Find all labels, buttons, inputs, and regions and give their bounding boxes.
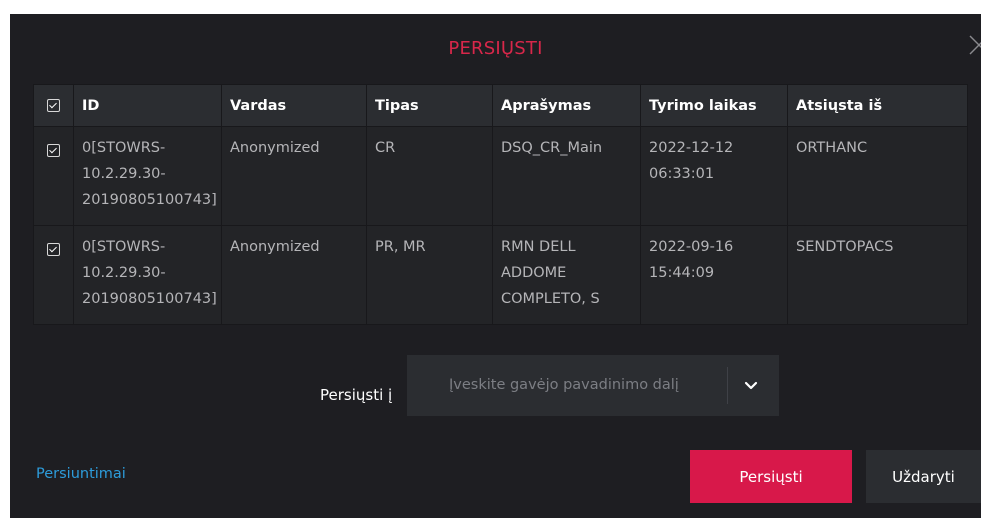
column-header-source[interactable]: Atsiųsta iš xyxy=(787,84,968,127)
column-header-id[interactable]: ID xyxy=(73,84,222,127)
cell-source: ORTHANC xyxy=(787,126,968,226)
row-checkbox-cell[interactable] xyxy=(33,126,74,226)
cell-name: Anonymized xyxy=(221,225,367,325)
cell-id-line: 20190805100743] xyxy=(82,291,217,307)
cell-type: CR xyxy=(366,126,493,226)
select-all-checkbox[interactable] xyxy=(47,99,60,112)
transfers-link[interactable]: Persiuntimai xyxy=(36,466,126,482)
cell-id-line: 10.2.29.30- xyxy=(82,265,166,281)
column-header-type[interactable]: Tipas xyxy=(366,84,493,127)
cell-id-line: 0[STOWRS- xyxy=(82,239,166,255)
cell-source: SENDTOPACS xyxy=(787,225,968,325)
select-all-checkbox-cell[interactable] xyxy=(33,84,74,127)
select-divider xyxy=(727,367,728,404)
cell-id-line: 10.2.29.30- xyxy=(82,166,166,182)
column-header-name[interactable]: Vardas xyxy=(221,84,367,127)
cell-id: 0[STOWRS- 10.2.29.30- 20190805100743] xyxy=(73,126,222,226)
column-header-description[interactable]: Aprašymas xyxy=(492,84,641,127)
cell-time: 15:44:09 xyxy=(649,265,715,281)
cell-date: 2022-12-12 xyxy=(649,140,734,156)
cell-study-time: 2022-12-12 06:33:01 xyxy=(640,126,788,226)
cell-name: Anonymized xyxy=(221,126,367,226)
send-dialog: PERSIŲSTI ID Vardas Tipas Aprašymas Tyri… xyxy=(10,14,981,518)
destination-label: Persiųsti į xyxy=(320,386,393,404)
chevron-down-icon[interactable] xyxy=(743,379,759,393)
cell-description-line: DSQ_CR_Main xyxy=(501,140,603,156)
cell-description-line: COMPLETO, S xyxy=(501,291,600,307)
cell-id-line: 0[STOWRS- xyxy=(82,140,166,156)
table-row[interactable]: 0[STOWRS- 10.2.29.30- 20190805100743] An… xyxy=(33,225,968,325)
destination-placeholder[interactable]: Įveskite gavėjo pavadinimo dalį xyxy=(449,377,679,393)
column-header-study-time[interactable]: Tyrimo laikas xyxy=(640,84,788,127)
row-checkbox-cell[interactable] xyxy=(33,225,74,325)
row-checkbox[interactable] xyxy=(47,143,60,157)
cell-id: 0[STOWRS- 10.2.29.30- 20190805100743] xyxy=(73,225,222,325)
cell-description: RMN DELL ADDOME COMPLETO, S xyxy=(492,225,641,325)
cell-description: DSQ_CR_Main xyxy=(492,126,641,226)
close-button[interactable]: Uždaryti xyxy=(866,450,981,503)
destination-select[interactable]: Įveskite gavėjo pavadinimo dalį xyxy=(407,355,779,416)
cell-description-line: ADDOME xyxy=(501,265,567,281)
cell-description-line: RMN DELL xyxy=(501,239,576,255)
cell-type: PR, MR xyxy=(366,225,493,325)
table-header-row: ID Vardas Tipas Aprašymas Tyrimo laikas … xyxy=(33,84,968,127)
dialog-title: PERSIŲSTI xyxy=(448,38,543,59)
send-button[interactable]: Persiųsti xyxy=(690,450,852,503)
studies-table: ID Vardas Tipas Aprašymas Tyrimo laikas … xyxy=(33,84,968,325)
cell-time: 06:33:01 xyxy=(649,166,715,182)
cell-study-time: 2022-09-16 15:44:09 xyxy=(640,225,788,325)
table-row[interactable]: 0[STOWRS- 10.2.29.30- 20190805100743] An… xyxy=(33,126,968,226)
row-checkbox[interactable] xyxy=(47,242,60,256)
cell-date: 2022-09-16 xyxy=(649,239,734,255)
cell-id-line: 20190805100743] xyxy=(82,192,217,208)
